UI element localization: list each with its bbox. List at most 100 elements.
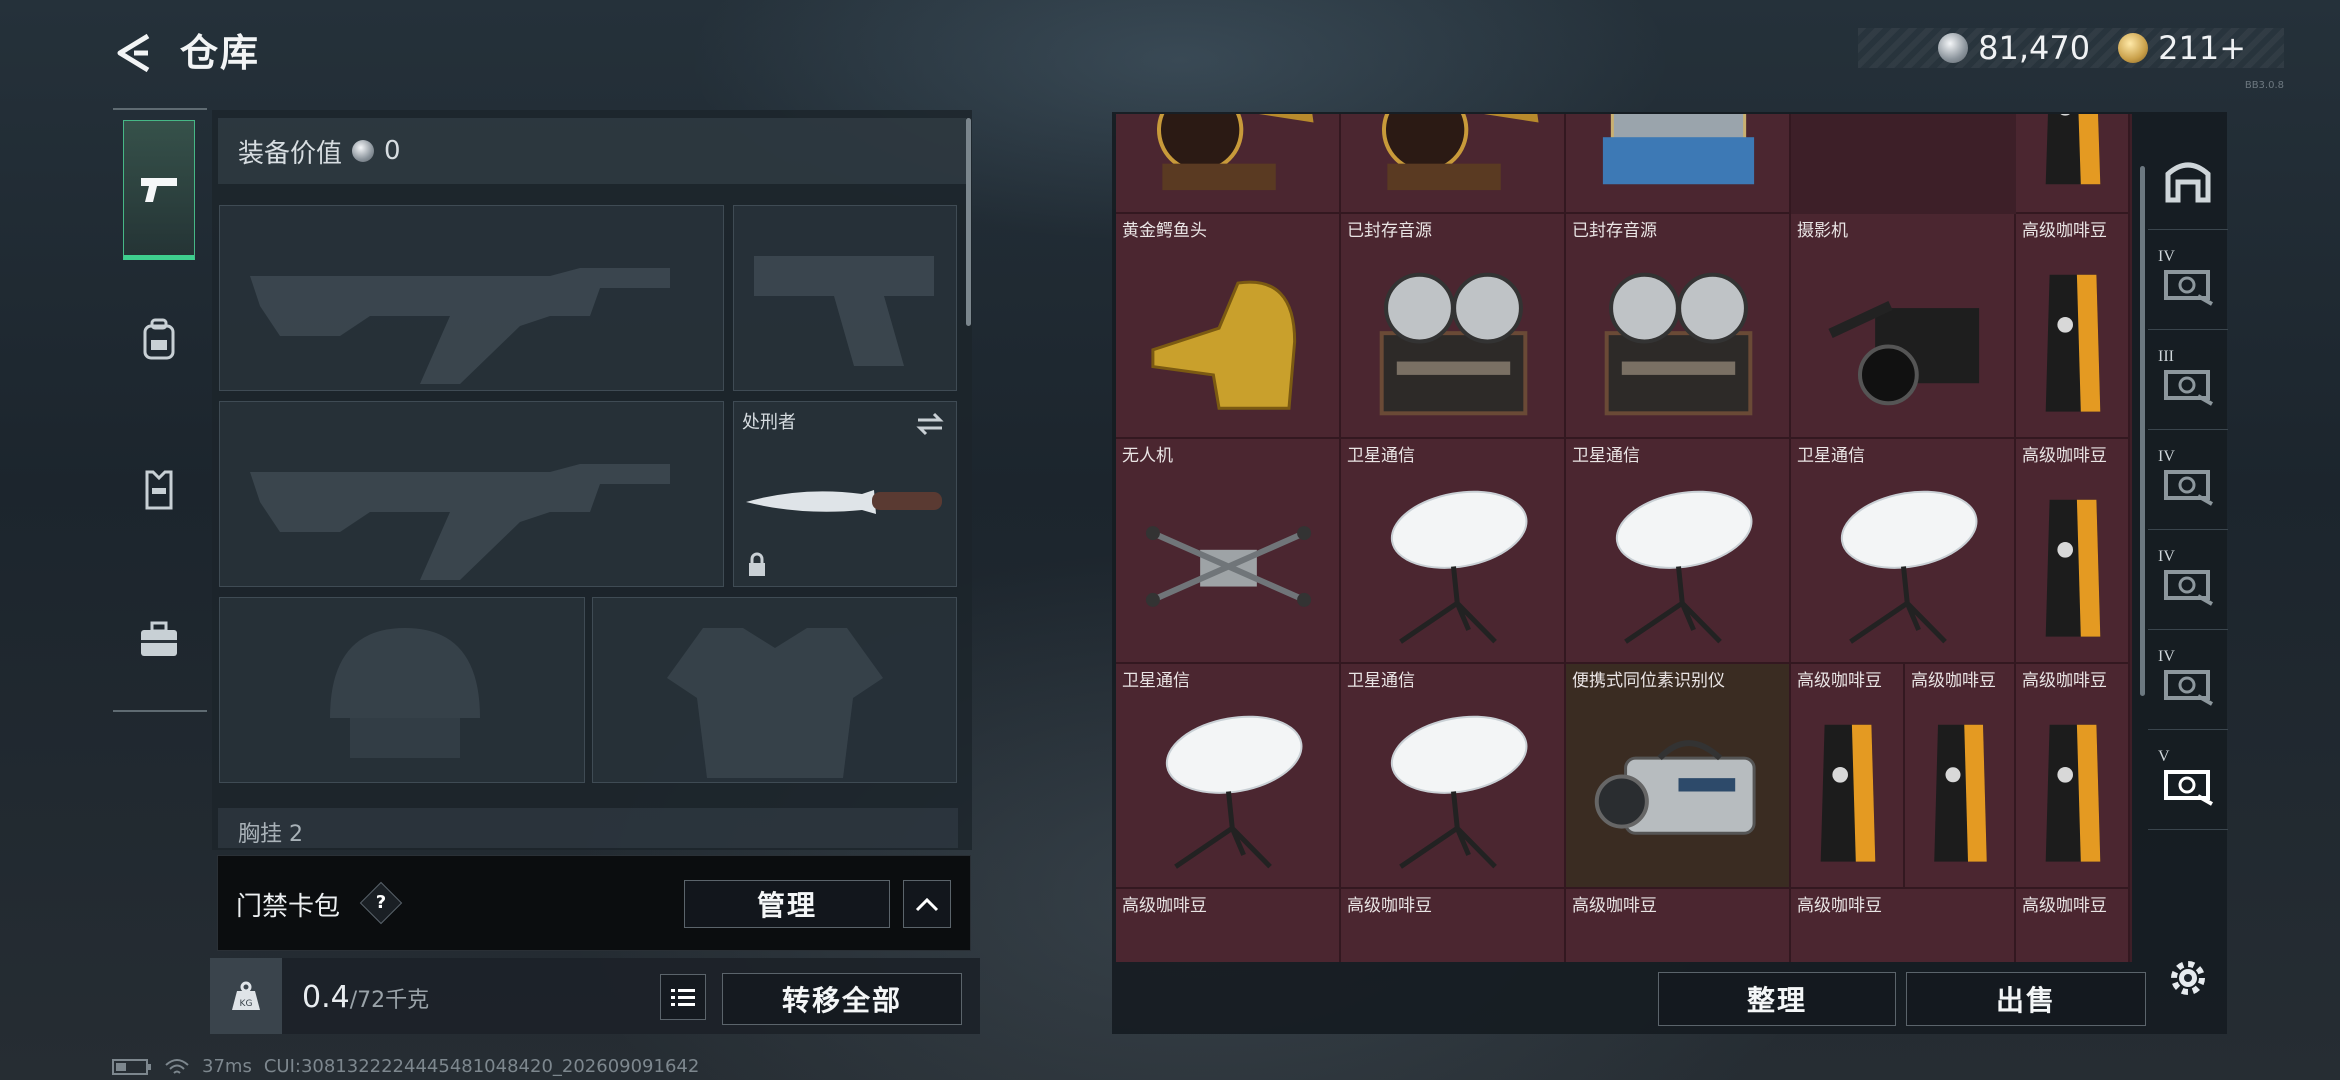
rifle-silhouette-icon: [250, 464, 670, 580]
briefcase-icon: [141, 621, 177, 656]
storage-item[interactable]: 黄金鳄鱼头: [1116, 214, 1341, 439]
melee-slot[interactable]: 处刑者: [733, 401, 957, 587]
storage-item[interactable]: 卫星通信: [1116, 664, 1341, 889]
camera-icon: [1828, 300, 1980, 406]
drone-icon: [1145, 526, 1312, 607]
coffee-bag-icon: [1820, 724, 1876, 862]
storage-item-name: 已封存音源: [1347, 221, 1432, 241]
storage-item[interactable]: 卫星通信: [1341, 664, 1566, 889]
reel-tape-icon: [1379, 272, 1528, 416]
page-title: 仓库: [180, 31, 261, 75]
chest-rig-count: 2: [289, 822, 304, 847]
chest-rig-label: 胸挂: [238, 822, 283, 847]
silver-coin-icon: [352, 140, 375, 162]
gold-coin-icon: [2118, 33, 2149, 63]
list-icon: [671, 989, 695, 1006]
gramophone-icon: [1157, 114, 1314, 191]
storage-item[interactable]: [2016, 114, 2130, 214]
nav-backpack[interactable]: [123, 270, 195, 410]
storage-item-name: 高级咖啡豆: [1797, 896, 1882, 916]
storage-item[interactable]: [1116, 114, 1341, 214]
left-nav: [113, 108, 207, 712]
keycard-label: 门禁卡包: [236, 892, 341, 922]
storage-item[interactable]: 高级咖啡豆: [1341, 889, 1566, 962]
storage-item[interactable]: 便携式同位素识别仪: [1566, 664, 1791, 889]
storage-item-name: 摄影机: [1797, 221, 1848, 241]
storage-tab[interactable]: V: [2148, 730, 2228, 830]
wifi-icon: [165, 1058, 189, 1074]
equipment-value-amount: 0: [384, 136, 401, 166]
storage-item-name: 高级咖啡豆: [1911, 671, 1996, 691]
storage-item[interactable]: 卫星通信: [1791, 439, 2016, 664]
storage-item[interactable]: 高级咖啡豆: [1791, 889, 2016, 962]
collapse-button[interactable]: [903, 880, 951, 928]
storage-item[interactable]: 高级咖啡豆: [1566, 889, 1791, 962]
secondary-weapon-slot[interactable]: [219, 401, 724, 587]
storage-item[interactable]: 已封存音源: [1566, 214, 1791, 439]
equipment-value-header: 装备价值 0: [218, 118, 966, 184]
storage-item-name: 高级咖啡豆: [2022, 671, 2107, 691]
storage-tab[interactable]: [2148, 130, 2228, 230]
satellite-dish-icon: [1390, 490, 1528, 644]
reel-tape-icon: [1604, 272, 1753, 416]
sell-button[interactable]: 出售: [1906, 972, 2146, 1026]
storage-item[interactable]: 卫星通信: [1341, 439, 1566, 664]
satellite-dish-icon: [1390, 715, 1528, 869]
tidy-button[interactable]: 整理: [1658, 972, 1896, 1026]
storage-item[interactable]: [1341, 114, 1566, 214]
weight-icon: KG: [210, 958, 282, 1034]
tab-tier-label: III: [2158, 348, 2174, 365]
storage-item-name: 卫星通信: [1797, 446, 1865, 466]
storage-tab[interactable]: IV: [2148, 630, 2228, 730]
pistol-slot[interactable]: [733, 205, 957, 391]
storage-item[interactable]: 高级咖啡豆: [1905, 664, 2016, 889]
storage-item-name: 无人机: [1122, 446, 1173, 466]
nav-rig[interactable]: [123, 420, 195, 560]
storage-item[interactable]: 高级咖啡豆: [1791, 664, 1905, 889]
storage-item[interactable]: 高级咖啡豆: [2016, 214, 2130, 439]
storage-tab[interactable]: IV: [2148, 530, 2228, 630]
nav-weapons[interactable]: [123, 120, 195, 260]
storage-item[interactable]: 高级咖啡豆: [2016, 439, 2130, 664]
armor-silhouette-icon: [667, 628, 883, 778]
coffee-bag-icon: [2045, 724, 2101, 862]
back-arrow-icon[interactable]: [112, 30, 158, 76]
helmet-slot[interactable]: [219, 597, 585, 783]
storage-item[interactable]: 高级咖啡豆: [2016, 889, 2130, 962]
version-text: BB3.0.8: [2244, 80, 2284, 91]
transfer-all-button[interactable]: 转移全部: [722, 973, 962, 1025]
storage-item[interactable]: [1566, 114, 1791, 214]
storage-item[interactable]: 高级咖啡豆: [2016, 664, 2130, 889]
storage-item[interactable]: 无人机: [1116, 439, 1341, 664]
manage-button[interactable]: 管理: [684, 880, 890, 928]
nav-briefcase[interactable]: [123, 570, 195, 710]
swap-icon[interactable]: [914, 410, 946, 438]
armor-slot[interactable]: [592, 597, 957, 783]
coffee-bag-icon: [1934, 724, 1987, 862]
primary-weapon-slot[interactable]: [219, 205, 724, 391]
storage-tab[interactable]: III: [2148, 330, 2228, 430]
weight-current: 0.4: [302, 980, 350, 1015]
storage-scrollbar[interactable]: [2140, 166, 2145, 696]
storage-item-name: 高级咖啡豆: [1347, 896, 1432, 916]
storage-item-name: 高级咖啡豆: [2022, 446, 2107, 466]
storage-tab[interactable]: IV: [2148, 430, 2228, 530]
storage-item-name: 卫星通信: [1347, 671, 1415, 691]
storage-item-name: 高级咖啡豆: [2022, 896, 2107, 916]
gear-icon[interactable]: [2162, 952, 2214, 1004]
weight-max: /72千克: [349, 988, 430, 1013]
tab-tier-label: IV: [2158, 448, 2175, 465]
storage-item[interactable]: 高级咖啡豆: [1116, 889, 1341, 962]
equipment-value-label: 装备价值: [238, 138, 343, 169]
storage-tabs: IV III IV IV IV V: [2148, 112, 2228, 1012]
storage-item[interactable]: 已封存音源: [1341, 214, 1566, 439]
storage-item[interactable]: 摄影机: [1791, 214, 2016, 439]
silver-amount: 81,470: [1978, 29, 2091, 67]
gold-croc-head-icon: [1151, 280, 1297, 410]
coffee-bag-icon: [2045, 114, 2101, 185]
equipment-scrollbar[interactable]: [966, 118, 971, 326]
list-view-button[interactable]: [660, 974, 706, 1020]
storage-tab[interactable]: IV: [2148, 230, 2228, 330]
gold-amount[interactable]: 211+: [2158, 29, 2246, 67]
storage-item[interactable]: 卫星通信: [1566, 439, 1791, 664]
